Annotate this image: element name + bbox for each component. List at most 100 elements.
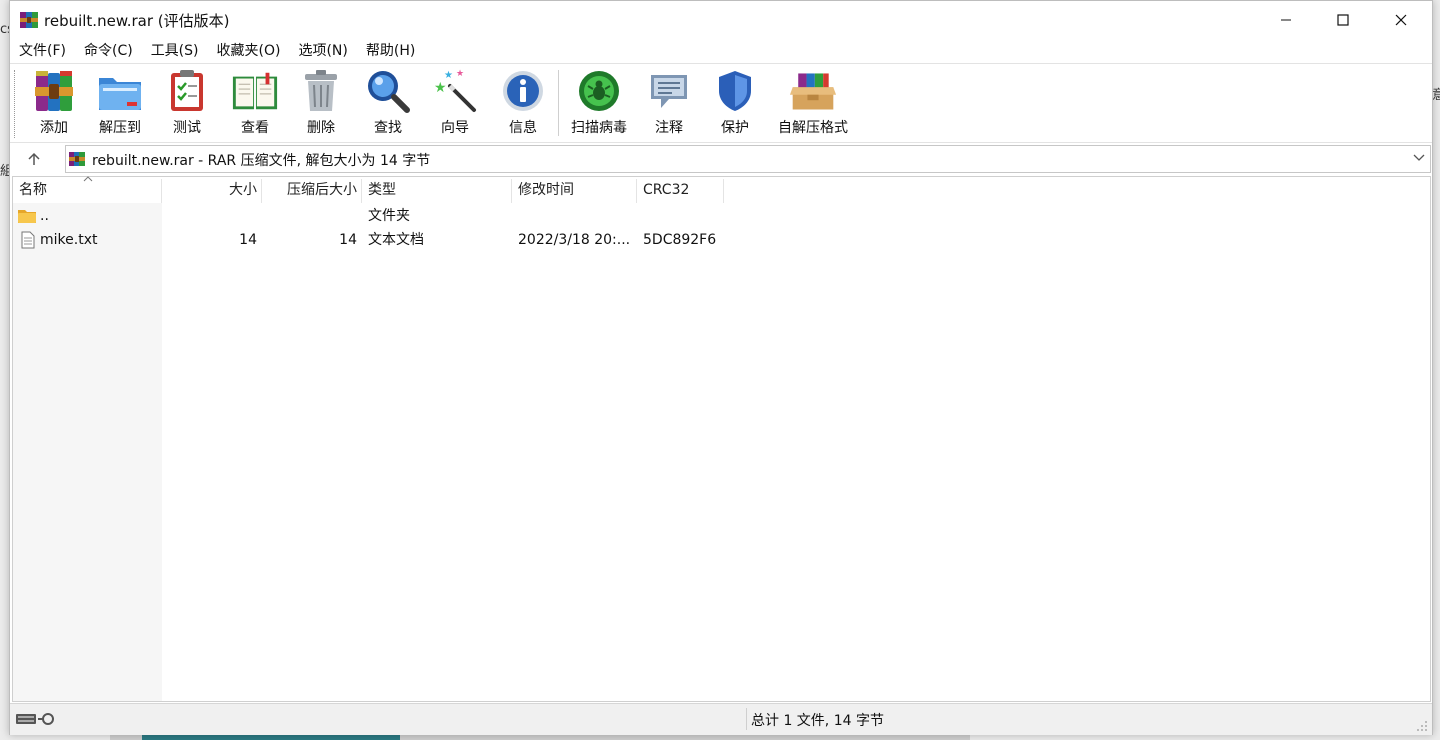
toolbar-separator [558,70,559,136]
up-folder-button[interactable] [22,148,46,170]
address-row: rebuilt.new.rar - RAR 压缩文件, 解包大小为 14 字节 [10,142,1432,175]
close-icon [1395,14,1407,26]
comment-label: 注释 [655,120,683,136]
delete-button[interactable]: 删除 [297,68,345,138]
view-label: 查看 [241,120,269,136]
extract-folder-icon [99,78,141,110]
file-type: 文本文档 [368,232,424,248]
list-item-parent-folder[interactable]: .. 文件夹 [13,204,1430,228]
file-crc: 5DC892F6 [643,232,717,248]
magnifier-icon [368,71,410,113]
folder-icon [18,210,36,223]
add-button[interactable]: 添加 [30,68,78,138]
column-header-packed[interactable]: 压缩后大小 [263,177,357,203]
status-divider [746,708,747,730]
sfx-button[interactable]: 自解压格式 [774,68,852,138]
column-header-size[interactable]: 大小 [163,177,257,203]
column-header-modified[interactable]: 修改时间 [518,177,636,203]
sfx-box-icon [789,73,837,110]
extract-to-button[interactable]: 解压到 [96,68,144,138]
window-title: rebuilt.new.rar (评估版本) [44,12,230,30]
column-divider [261,179,262,203]
file-packed-size [263,204,357,228]
column-header-name[interactable]: 名称 [19,177,159,203]
column-divider [361,179,362,203]
wizard-button[interactable]: ★ ★ ★ 向导 [431,68,479,138]
column-divider [636,179,637,203]
toolbar: 添加 解压到 测试 查看 删除 查找 ★ ★ ★ 向导 信息 扫描病毒 注释 保… [10,63,1432,142]
info-button[interactable]: 信息 [499,68,547,138]
drive-key-icon [16,713,54,725]
column-divider [723,179,724,203]
find-button[interactable]: 查找 [364,68,412,138]
address-bar[interactable]: rebuilt.new.rar - RAR 压缩文件, 解包大小为 14 字节 [65,145,1431,173]
menu-favorites[interactable]: 收藏夹(O) [208,39,290,63]
add-archive-icon [35,71,73,111]
column-divider [161,179,162,203]
menu-commands[interactable]: 命令(C) [75,39,142,63]
winrar-app-icon [20,12,38,28]
resize-grip-icon[interactable] [1416,720,1428,732]
address-dropdown-button[interactable] [1412,150,1426,166]
status-summary: 总计 1 文件, 14 字节 [751,713,884,729]
desktop-text-fragment: 意 [1432,88,1440,103]
file-list[interactable]: 名称 大小 压缩后大小 类型 修改时间 CRC32 .. 文件夹 mike.tx… [12,176,1431,702]
file-size: 14 [239,232,257,248]
menu-tools[interactable]: 工具(S) [142,39,208,63]
view-book-icon [232,72,278,110]
extract-to-label: 解压到 [99,120,141,136]
menu-help[interactable]: 帮助(H) [357,39,424,63]
file-modified [518,204,636,228]
winrar-window: rebuilt.new.rar (评估版本) 文件(F) 命令(C) 工具(S)… [9,0,1433,735]
archive-icon [69,152,85,166]
maximize-icon [1337,14,1349,26]
shield-icon [719,71,751,111]
wizard-label: 向导 [441,120,469,136]
title-bar[interactable]: rebuilt.new.rar (评估版本) [10,1,1432,39]
status-bar: 总计 1 文件, 14 字节 [10,703,1432,735]
column-header-crc[interactable]: CRC32 [643,177,723,203]
menu-file[interactable]: 文件(F) [10,39,75,63]
file-modified: 2022/3/18 20:... [518,232,631,248]
protect-label: 保护 [721,120,749,136]
file-name: mike.txt [40,232,98,248]
protect-button[interactable]: 保护 [711,68,759,138]
column-divider [511,179,512,203]
add-label: 添加 [40,120,68,136]
file-size [163,204,257,228]
maximize-button[interactable] [1314,1,1372,39]
svg-text:★: ★ [434,80,447,96]
name-column-background [13,177,162,701]
minimize-button[interactable] [1257,1,1315,39]
test-label: 测试 [173,120,201,136]
info-label: 信息 [509,120,537,136]
sfx-label: 自解压格式 [778,120,848,136]
wizard-wand-icon: ★ ★ ★ [434,69,476,112]
text-file-icon [21,231,35,249]
virus-scan-label: 扫描病毒 [571,120,627,136]
virus-scan-button[interactable]: 扫描病毒 [567,68,631,138]
test-button[interactable]: 测试 [163,68,211,138]
comment-button[interactable]: 注释 [645,68,693,138]
menu-bar: 文件(F) 命令(C) 工具(S) 收藏夹(O) 选项(N) 帮助(H) [10,39,1432,63]
close-button[interactable] [1372,1,1430,39]
comment-icon [651,75,687,108]
view-button[interactable]: 查看 [229,68,281,138]
svg-text:★: ★ [444,70,453,81]
list-item-file[interactable]: mike.txt 14 14 文本文档 2022/3/18 20:... 5DC… [13,228,1430,252]
info-icon [503,71,543,111]
minimize-icon [1281,19,1291,21]
svg-text:★: ★ [456,69,464,79]
address-text: rebuilt.new.rar - RAR 压缩文件, 解包大小为 14 字节 [92,153,431,169]
file-crc [643,204,723,228]
file-packed-size: 14 [339,232,357,248]
file-type: 文件夹 [368,208,410,224]
file-name: .. [40,208,49,224]
trash-icon [305,70,337,111]
column-header-row: 名称 大小 压缩后大小 类型 修改时间 CRC32 [13,176,1430,203]
menu-options[interactable]: 选项(N) [289,39,356,63]
toolbar-grip[interactable] [14,70,17,138]
virus-scan-icon [579,71,619,111]
test-clipboard-icon [171,70,203,111]
column-header-type[interactable]: 类型 [368,177,508,203]
